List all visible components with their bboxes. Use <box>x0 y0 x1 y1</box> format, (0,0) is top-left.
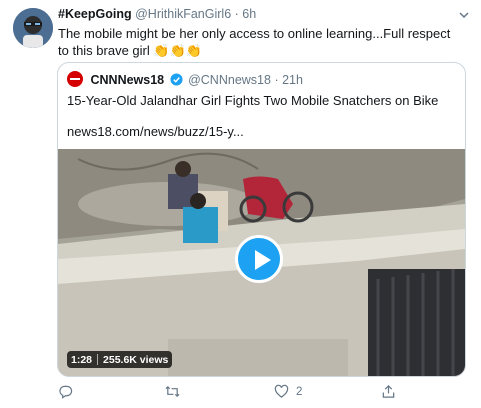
quoted-link[interactable]: news18.com/news/buzz/15-y... <box>67 124 244 139</box>
tweet-time[interactable]: 6h <box>242 7 256 21</box>
avatar[interactable] <box>13 8 53 48</box>
quoted-tweet[interactable]: CNNNews18 @CNNnews18 · 21h 15-Year-Old J… <box>57 62 466 377</box>
quoted-time: 21h <box>282 73 303 87</box>
tweet-actions: 2 <box>58 384 418 402</box>
play-button[interactable] <box>235 235 283 283</box>
video-views: 255.6K views <box>103 353 169 366</box>
like-button[interactable]: 2 <box>274 384 302 399</box>
chevron-down-icon[interactable] <box>457 8 471 22</box>
brand-logo-icon <box>67 71 83 87</box>
author-name[interactable]: #KeepGoing <box>58 7 132 21</box>
share-button[interactable] <box>381 384 396 399</box>
reply-icon <box>59 385 73 399</box>
tweet[interactable]: #KeepGoing @HrithikFanGirl6 · 6h The mob… <box>0 0 481 408</box>
heart-icon <box>274 384 289 398</box>
quoted-author-handle: @CNNnews18 <box>188 73 271 87</box>
quoted-title: 15-Year-Old Jalandhar Girl Fights Two Mo… <box>67 93 439 108</box>
retweet-button[interactable] <box>165 384 187 399</box>
video-duration: 1:28 <box>71 353 93 366</box>
tweet-header: #KeepGoing @HrithikFanGirl6 · 6h <box>58 7 256 21</box>
video-player[interactable]: 1:28 255.6K views <box>58 149 465 376</box>
retweet-icon <box>165 385 180 398</box>
like-count: 2 <box>296 385 303 398</box>
video-stats-badge: 1:28 255.6K views <box>67 351 173 368</box>
separator-dot: · <box>274 73 279 87</box>
share-icon <box>382 385 395 398</box>
verified-badge-icon <box>170 73 183 86</box>
author-handle[interactable]: @HrithikFanGirl6 <box>135 7 231 21</box>
divider <box>97 354 99 365</box>
tweet-text: The mobile might be her only access to o… <box>58 26 451 58</box>
separator-dot: · <box>234 7 239 21</box>
reply-button[interactable] <box>58 384 80 399</box>
quoted-header: CNNNews18 @CNNnews18 · 21h <box>67 71 303 87</box>
quoted-author-name: CNNNews18 <box>90 73 165 87</box>
